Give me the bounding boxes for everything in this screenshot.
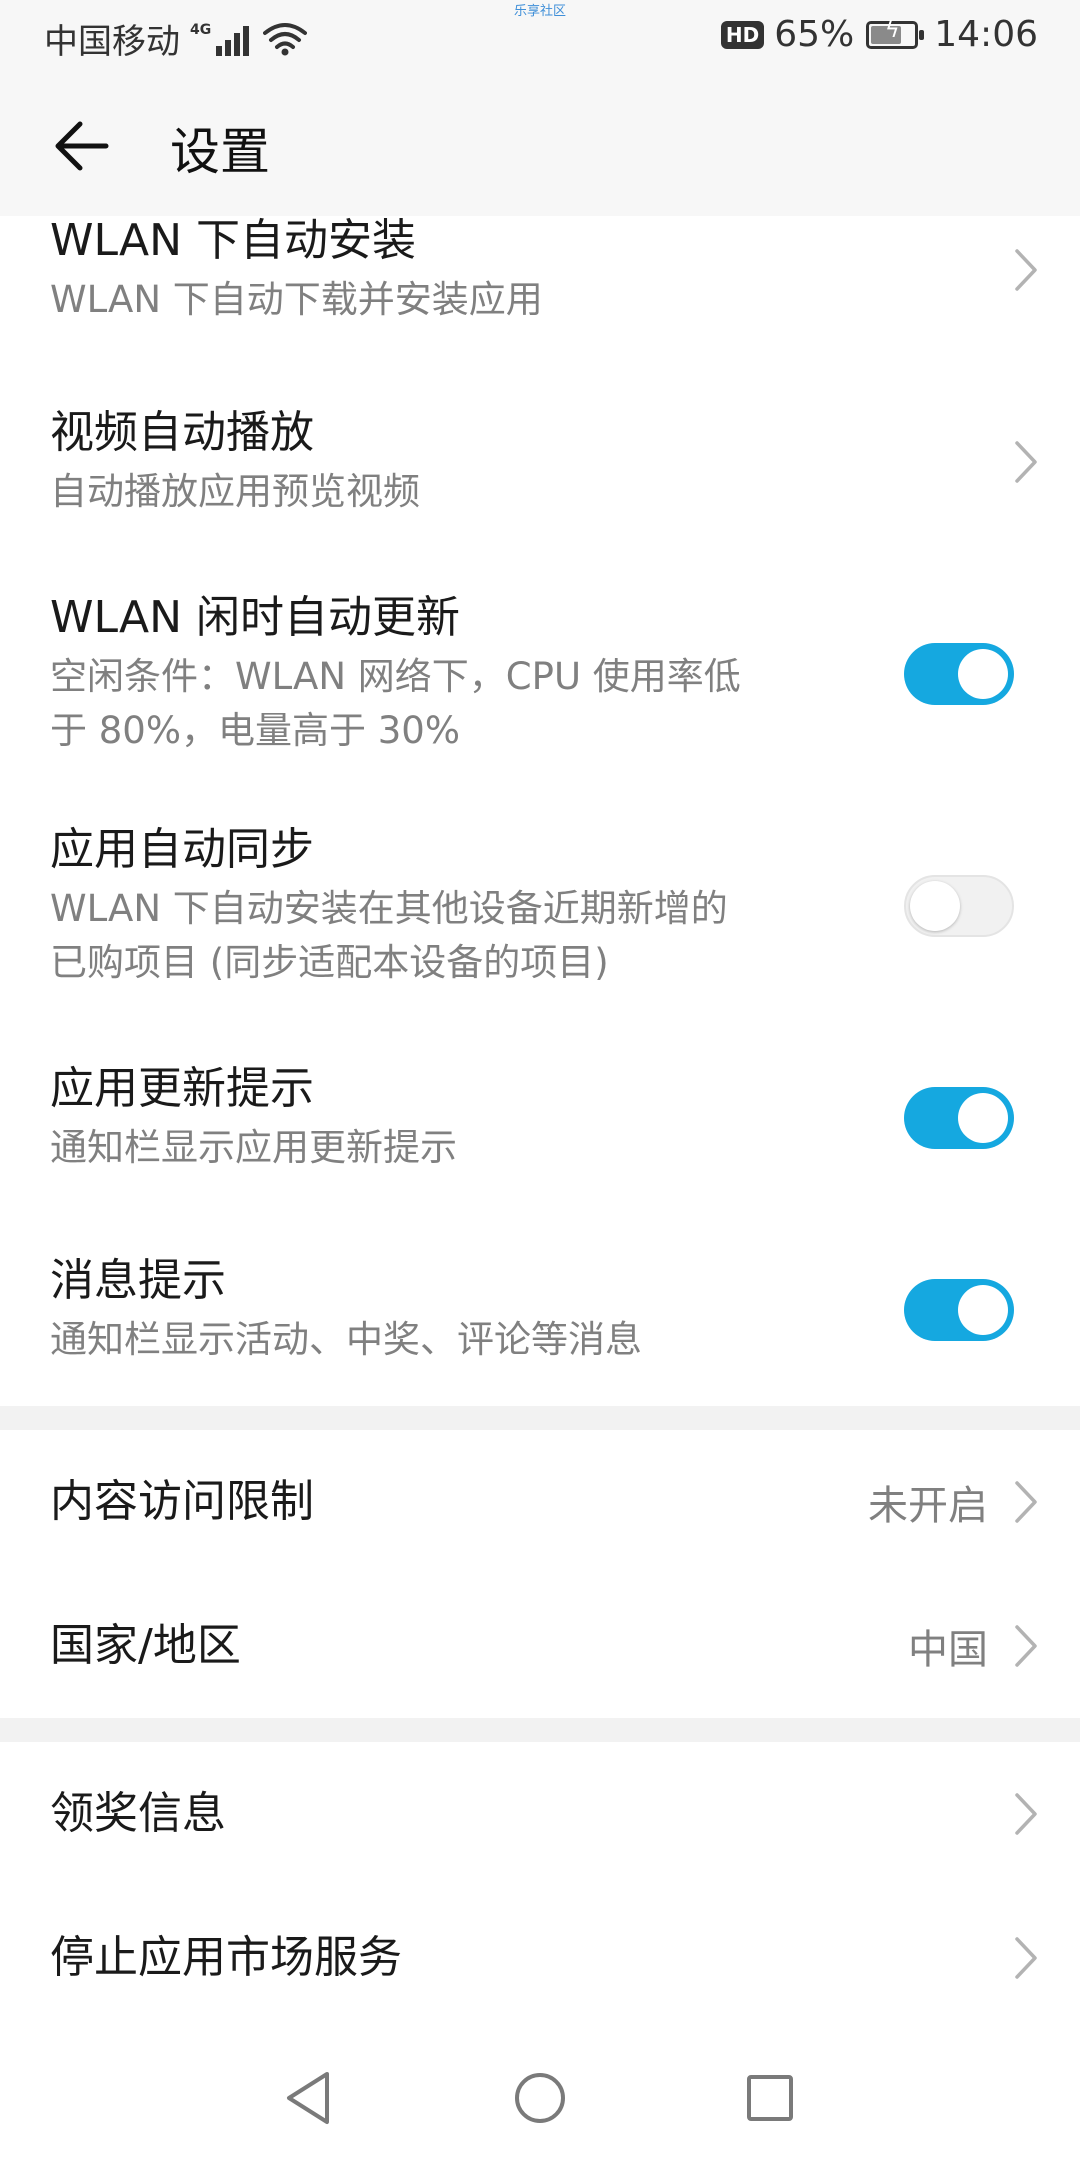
signal-icon: 4G bbox=[190, 21, 250, 56]
setting-title: 消息提示 bbox=[50, 1255, 226, 1306]
setting-subtitle: 通知栏显示应用更新提示 bbox=[50, 1126, 457, 1169]
settings-group-misc: 领奖信息 停止应用市场服务 bbox=[0, 1742, 1080, 2036]
clock: 14:06 bbox=[934, 14, 1038, 55]
status-left: 中国移动 4G bbox=[44, 14, 308, 63]
battery-icon: ϟ bbox=[866, 18, 925, 49]
circle-home-icon bbox=[515, 2073, 565, 2123]
chevron-right-icon bbox=[1015, 441, 1037, 483]
settings-list[interactable]: WLAN 下自动安装 WLAN 下自动下载并安装应用 视频自动播放 自动播放应用… bbox=[0, 216, 1080, 2036]
square-recents-icon bbox=[747, 2075, 793, 2121]
nav-recents-button[interactable] bbox=[740, 2068, 800, 2128]
setting-app-auto-sync[interactable]: 应用自动同步 WLAN 下自动安装在其他设备近期新增的 已购项目 (同步适配本设… bbox=[0, 790, 1080, 1022]
setting-stop-service[interactable]: 停止应用市场服务 bbox=[0, 1886, 1080, 2030]
app-bar: 设置 bbox=[0, 76, 1080, 216]
setting-subtitle: WLAN 下自动下载并安装应用 bbox=[50, 278, 543, 321]
setting-country-region[interactable]: 国家/地区 中国 bbox=[0, 1574, 1080, 1718]
watermark-text: 乐享社区 bbox=[514, 4, 567, 19]
setting-message-hint[interactable]: 消息提示 通知栏显示活动、中奖、评论等消息 bbox=[0, 1214, 1080, 1406]
setting-title: 领奖信息 bbox=[50, 1788, 226, 1839]
setting-subtitle-line: 于 80%，电量高于 30% bbox=[50, 709, 460, 752]
setting-title: 内容访问限制 bbox=[50, 1476, 314, 1527]
setting-subtitle-line: 空闲条件：WLAN 网络下，CPU 使用率低 bbox=[50, 655, 741, 698]
settings-group-region: 内容访问限制 未开启 国家/地区 中国 bbox=[0, 1430, 1080, 1718]
battery-percent: 65% bbox=[774, 14, 855, 55]
setting-content-restriction[interactable]: 内容访问限制 未开启 bbox=[0, 1430, 1080, 1574]
status-bar: 中国移动 4G 乐享社区 HD 65% ϟ 14:06 bbox=[0, 0, 1080, 76]
arrow-left-icon bbox=[55, 121, 109, 171]
setting-title: 视频自动播放 bbox=[50, 407, 314, 458]
system-nav-bar bbox=[0, 2036, 1080, 2160]
nav-back-button[interactable] bbox=[278, 2068, 338, 2128]
setting-title: 国家/地区 bbox=[50, 1620, 241, 1671]
setting-subtitle-line: 已购项目 (同步适配本设备的项目) bbox=[50, 941, 609, 984]
setting-value: 中国 bbox=[908, 1627, 988, 1673]
setting-video-autoplay[interactable]: 视频自动播放 自动播放应用预览视频 bbox=[0, 366, 1080, 558]
toggle-switch[interactable] bbox=[904, 1279, 1014, 1341]
carrier-name: 中国移动 bbox=[44, 22, 180, 62]
chevron-right-icon bbox=[1015, 1625, 1037, 1667]
chevron-right-icon bbox=[1015, 1937, 1037, 1979]
triangle-back-icon bbox=[287, 2072, 329, 2124]
page-title: 设置 bbox=[170, 123, 270, 181]
back-button[interactable] bbox=[40, 104, 124, 188]
section-divider bbox=[0, 1718, 1080, 1742]
chevron-right-icon bbox=[1015, 1481, 1037, 1523]
setting-wlan-idle-update[interactable]: WLAN 闲时自动更新 空闲条件：WLAN 网络下，CPU 使用率低 于 80%… bbox=[0, 558, 1080, 790]
toggle-switch[interactable] bbox=[904, 643, 1014, 705]
wifi-icon bbox=[263, 22, 308, 55]
setting-update-hint[interactable]: 应用更新提示 通知栏显示应用更新提示 bbox=[0, 1022, 1080, 1214]
settings-screen: 中国移动 4G 乐享社区 HD 65% ϟ 14:06 设置 WLAN 下自动安… bbox=[0, 0, 1080, 2160]
setting-title: WLAN 下自动安装 bbox=[50, 216, 417, 266]
setting-subtitle-line: WLAN 下自动安装在其他设备近期新增的 bbox=[50, 887, 728, 930]
settings-group-download: WLAN 下自动安装 WLAN 下自动下载并安装应用 视频自动播放 自动播放应用… bbox=[0, 216, 1080, 1406]
setting-value: 未开启 bbox=[868, 1483, 988, 1529]
nav-home-button[interactable] bbox=[510, 2068, 570, 2128]
setting-wlan-auto-install[interactable]: WLAN 下自动安装 WLAN 下自动下载并安装应用 bbox=[0, 216, 1080, 366]
chevron-right-icon bbox=[1015, 1793, 1037, 1835]
setting-title: WLAN 闲时自动更新 bbox=[50, 592, 461, 643]
setting-prize-info[interactable]: 领奖信息 bbox=[0, 1742, 1080, 1886]
setting-title: 停止应用市场服务 bbox=[50, 1932, 402, 1983]
toggle-switch[interactable] bbox=[904, 875, 1014, 937]
setting-subtitle: 空闲条件：WLAN 网络下，CPU 使用率低 于 80%，电量高于 30% bbox=[50, 650, 950, 758]
section-divider bbox=[0, 1406, 1080, 1430]
setting-subtitle: 自动播放应用预览视频 bbox=[50, 470, 420, 513]
setting-title: 应用自动同步 bbox=[50, 824, 314, 875]
hd-badge: HD bbox=[720, 20, 765, 49]
network-type: 4G bbox=[190, 21, 212, 38]
setting-subtitle: 通知栏显示活动、中奖、评论等消息 bbox=[50, 1318, 642, 1361]
status-right: HD 65% ϟ 14:06 bbox=[720, 14, 1038, 55]
toggle-switch[interactable] bbox=[904, 1087, 1014, 1149]
setting-subtitle: WLAN 下自动安装在其他设备近期新增的 已购项目 (同步适配本设备的项目) bbox=[50, 882, 950, 990]
chevron-right-icon bbox=[1015, 249, 1037, 291]
setting-title: 应用更新提示 bbox=[50, 1063, 314, 1114]
